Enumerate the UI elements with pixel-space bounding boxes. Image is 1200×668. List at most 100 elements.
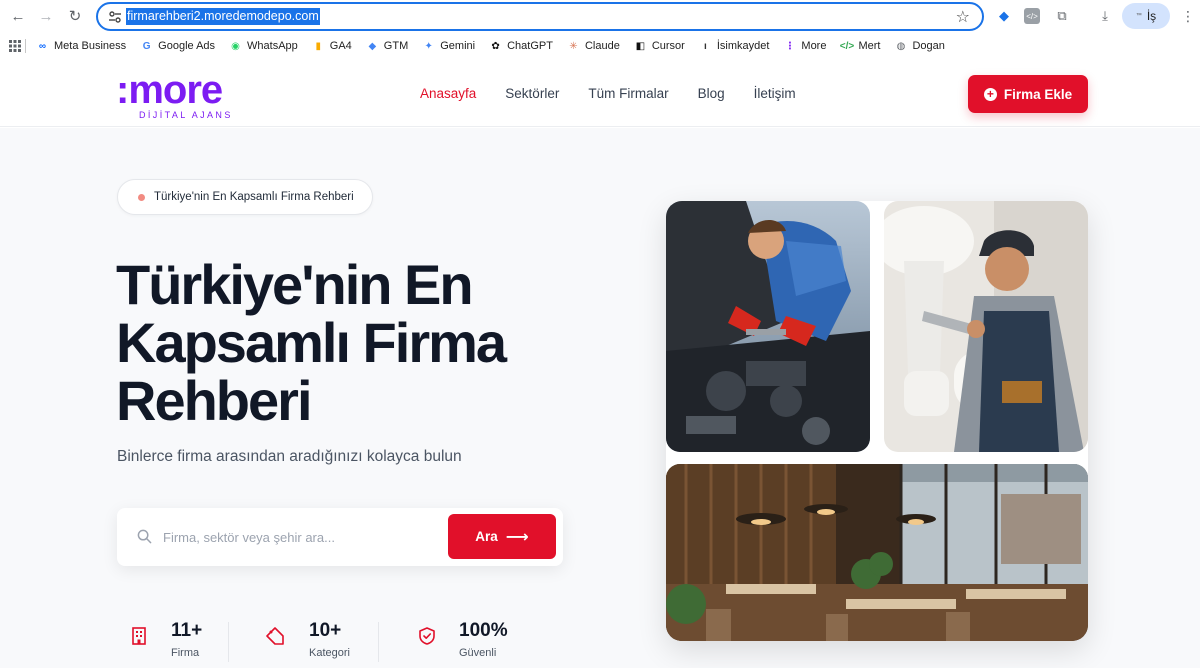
stats-row: 11+ Firma 10+ Kategori 100% Güvenli <box>117 618 529 668</box>
bookmark-label: Cursor <box>651 40 685 52</box>
add-company-label: Firma Ekle <box>1003 86 1073 102</box>
plumber-photo <box>884 201 1088 452</box>
bookmark-item[interactable]: ◆ GTM <box>366 40 408 53</box>
tag-icon <box>266 627 284 645</box>
back-icon[interactable]: ← <box>6 4 30 28</box>
bookmark-item[interactable]: ◍ Dogan <box>894 40 945 53</box>
extensions-puzzle-icon[interactable]: ⧉ <box>1052 6 1072 26</box>
bookmark-label: Gemini <box>440 40 476 52</box>
stat-label: Firma <box>171 647 200 659</box>
stat-value: 100% <box>459 620 508 641</box>
nav-link-iletisim[interactable]: İletişim <box>754 86 796 101</box>
bookmark-label: WhatsApp <box>247 40 298 52</box>
reload-icon[interactable]: ↻ <box>63 4 87 28</box>
analytics-icon: ▮ <box>315 40 322 52</box>
bookmarks-bar: ∞ Meta Business G Google Ads ◉ WhatsApp ▮ GA4 ◆ G… <box>0 33 1200 59</box>
bookmark-item[interactable]: ✿ ChatGPT <box>489 40 553 53</box>
extension-tag-icon[interactable]: ◆ <box>994 6 1014 26</box>
nav-link-blog[interactable]: Blog <box>698 86 725 101</box>
stat-label: Kategori <box>309 647 350 659</box>
bookmark-item[interactable]: ◧ Cursor <box>634 40 685 53</box>
hero-badge-text: Türkiye'nin En Kapsamlı Firma Rehberi <box>154 191 354 203</box>
bookmark-item[interactable]: </> Mert <box>839 40 881 53</box>
bookmark-label: Claude <box>584 40 620 52</box>
bookmarks-divider <box>25 39 26 53</box>
search-button-label: Ara <box>475 529 498 544</box>
search-input[interactable] <box>163 526 433 548</box>
profile-label: İş <box>1146 9 1157 23</box>
arrow-right-icon: ⟶ <box>505 528 529 546</box>
add-company-button[interactable]: + Firma Ekle <box>968 75 1088 113</box>
bookmark-label: Dogan <box>912 40 945 52</box>
gtm-icon: ◆ <box>368 40 377 52</box>
bookmark-item[interactable]: ▮ GA4 <box>312 40 352 53</box>
cursor-icon: ◧ <box>635 40 646 52</box>
hero-title: Türkiye'nin En Kapsamlı Firma Rehberi <box>116 253 507 432</box>
restaurant-photo <box>666 464 1088 641</box>
stat-label: Güvenli <box>459 647 497 659</box>
bookmark-label: ChatGPT <box>507 40 553 52</box>
site-header: :more DİJİTAL AJANS Anasayfa Sektörler T… <box>0 62 1200 127</box>
gemini-icon: ✦ <box>424 40 433 52</box>
browser-toolbar: ← → ↻ firmarehberi2.moredemodepo.com ☆ ◆… <box>0 0 1200 33</box>
nav-link-sektorler[interactable]: Sektörler <box>505 86 559 101</box>
logo[interactable]: :more DİJİTAL AJANS <box>116 68 246 120</box>
bookmark-label: İsimkaydet <box>716 40 770 52</box>
bookmark-item[interactable]: ◉ WhatsApp <box>229 40 298 53</box>
stat-value: 11+ <box>171 620 203 641</box>
apps-grid-icon[interactable] <box>9 40 21 52</box>
url-text[interactable]: firmarehberi2.moredemodepo.com <box>126 8 320 25</box>
bookmark-label: Mert <box>858 40 881 52</box>
claude-icon: ✳ <box>569 40 578 52</box>
download-icon[interactable]: ⤓ <box>1095 6 1115 26</box>
main-nav: Anasayfa Sektörler Tüm Firmalar Blog İle… <box>420 86 796 101</box>
bookmark-label: GTM <box>383 40 409 52</box>
nav-link-tum-firmalar[interactable]: Tüm Firmalar <box>588 86 668 101</box>
logo-wordmark: :more <box>116 68 223 112</box>
bookmark-label: Google Ads <box>158 40 216 52</box>
menu-kebab-icon[interactable]: ⋮ <box>1178 6 1198 26</box>
logo-tagline: DİJİTAL AJANS <box>139 110 233 120</box>
bookmark-item[interactable]: ı İsimkaydet <box>699 40 770 53</box>
bookmark-item[interactable]: G Google Ads <box>140 40 215 53</box>
isimkaydet-icon: ı <box>703 40 707 52</box>
search-icon <box>137 529 152 544</box>
bookmark-item[interactable]: ✦ Gemini <box>422 40 476 53</box>
photo-collage <box>666 201 1088 641</box>
search-form: Ara ⟶ <box>117 508 563 566</box>
bookmark-item[interactable]: ∞ Meta Business <box>36 40 126 53</box>
nav-link-anasayfa[interactable]: Anasayfa <box>420 86 476 101</box>
forward-icon[interactable]: → <box>34 4 58 28</box>
bookmark-label: GA4 <box>329 40 352 52</box>
bookmark-star-icon[interactable]: ☆ <box>956 7 970 27</box>
plus-circle-icon: + <box>983 87 997 101</box>
globe-icon: ◍ <box>896 40 906 52</box>
chatgpt-icon: ✿ <box>491 40 500 52</box>
extension-code-icon[interactable]: </> <box>1024 8 1040 24</box>
shield-check-icon <box>419 627 435 645</box>
whatsapp-icon: ◉ <box>231 40 240 52</box>
bookmark-item[interactable]: ✳ Claude <box>567 40 620 53</box>
site-settings-icon[interactable] <box>107 9 123 25</box>
bookmark-label: Meta Business <box>54 40 127 52</box>
badge-dot-icon <box>138 193 145 201</box>
search-button[interactable]: Ara ⟶ <box>448 514 556 559</box>
bookmark-label: More <box>801 40 827 52</box>
profile-avatar-icon: ™ <box>1135 13 1142 19</box>
more-icon: ⋮ <box>784 40 795 52</box>
meta-icon: ∞ <box>38 40 47 52</box>
stat-value: 10+ <box>309 620 342 641</box>
google-icon: G <box>142 40 151 52</box>
profile-button[interactable]: ™ İş <box>1122 3 1170 29</box>
address-bar[interactable]: firmarehberi2.moredemodepo.com ☆ <box>96 2 984 31</box>
hero-subtitle: Binlerce firma arasından aradığınızı kol… <box>117 448 462 465</box>
mechanic-photo <box>666 201 870 452</box>
stat-categories: 10+ Kategori <box>229 618 379 668</box>
hero-section: Türkiye'nin En Kapsamlı Firma Rehberi Tü… <box>0 128 1200 668</box>
hero-badge: Türkiye'nin En Kapsamlı Firma Rehberi <box>117 179 373 215</box>
stat-companies: 11+ Firma <box>117 618 229 668</box>
stat-secure: 100% Güvenli <box>379 618 529 668</box>
code-icon: </> <box>839 40 855 52</box>
building-icon <box>132 627 146 645</box>
bookmark-item[interactable]: ⋮ More <box>783 40 827 53</box>
